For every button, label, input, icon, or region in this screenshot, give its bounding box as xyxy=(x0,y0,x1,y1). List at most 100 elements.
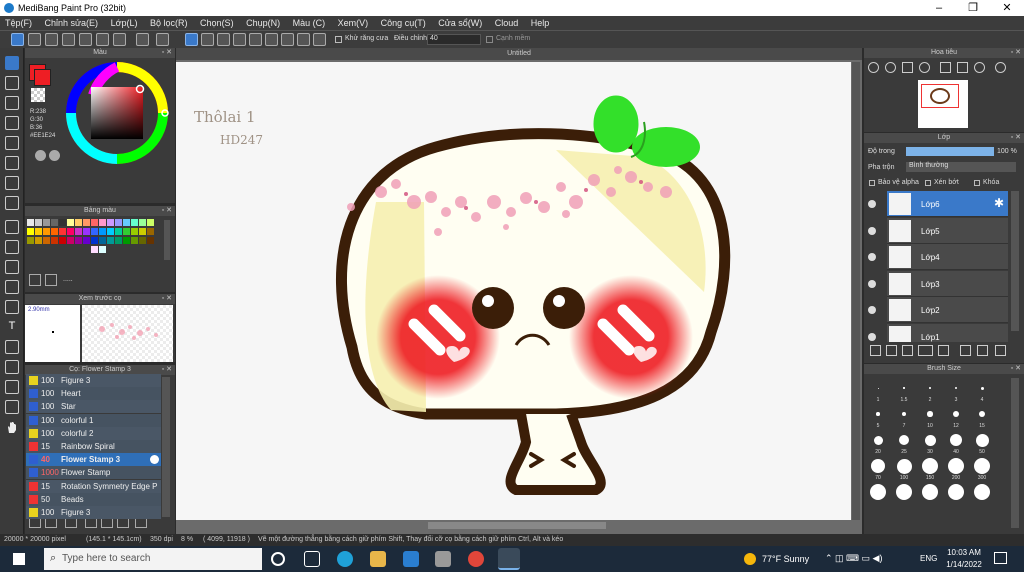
eraser-tool-icon[interactable] xyxy=(5,76,19,90)
brush-size-option[interactable] xyxy=(922,484,938,500)
layer-scrollbar[interactable] xyxy=(1011,191,1019,331)
swatch-cell[interactable] xyxy=(51,228,58,235)
swatch-cell[interactable] xyxy=(83,237,90,244)
snap-radial-icon[interactable] xyxy=(249,33,262,46)
brush-size-option[interactable] xyxy=(899,435,909,445)
menu-cloud[interactable]: Cloud xyxy=(490,16,524,30)
gradient-tool-icon[interactable] xyxy=(5,196,19,210)
brush-size-option[interactable] xyxy=(953,411,959,417)
swatch-cell[interactable] xyxy=(67,237,74,244)
task-view-icon[interactable] xyxy=(304,551,320,567)
swatch-cell[interactable] xyxy=(35,219,42,226)
comment-icon[interactable] xyxy=(62,33,75,46)
brush-size-option[interactable] xyxy=(948,484,964,500)
speech-icon[interactable] xyxy=(45,33,58,46)
brush-size-option[interactable] xyxy=(876,412,880,416)
swatch-cell[interactable] xyxy=(67,228,74,235)
brush-size-option[interactable] xyxy=(974,484,990,500)
swatch-cell[interactable] xyxy=(99,228,106,235)
rotate-right-icon[interactable] xyxy=(995,62,1006,73)
swatch-cell[interactable] xyxy=(35,228,42,235)
brush-size-option[interactable] xyxy=(903,387,905,389)
select-pen-tool-icon[interactable] xyxy=(5,280,19,294)
edge-icon[interactable] xyxy=(337,551,353,567)
swatch-cell[interactable] xyxy=(99,219,106,226)
swatch-cell[interactable] xyxy=(123,237,130,244)
comment-alt-icon[interactable] xyxy=(79,33,92,46)
swatch-cell[interactable] xyxy=(67,219,74,226)
camera-icon[interactable] xyxy=(435,551,451,567)
swatch-cell[interactable] xyxy=(147,219,154,226)
brush-tool-icon[interactable] xyxy=(5,56,19,70)
swatch-cell[interactable] xyxy=(83,219,90,226)
layer-visibility-icon[interactable] xyxy=(868,226,876,235)
transparent-swatch[interactable] xyxy=(31,88,45,102)
brush-item[interactable]: 1000 Flower Stamp xyxy=(26,466,161,480)
brush-size-option[interactable] xyxy=(871,459,885,473)
clock-date[interactable]: 1/14/2022 xyxy=(944,560,984,569)
brush-item[interactable]: 50 Beads xyxy=(26,492,161,506)
swatch-cell[interactable] xyxy=(99,237,106,244)
swatch-cell[interactable] xyxy=(27,228,34,235)
menu-snap[interactable]: Chụp(N) xyxy=(241,16,285,30)
brush-item[interactable]: 100 Figure 3 xyxy=(26,374,161,387)
language-indicator[interactable]: ENG xyxy=(920,554,937,563)
swatch-cell[interactable] xyxy=(43,219,50,226)
grid-icon[interactable] xyxy=(96,33,109,46)
rotate-left-icon[interactable] xyxy=(974,62,985,73)
layer-item[interactable]: Lớp5 xyxy=(887,217,1008,244)
palette-icon[interactable] xyxy=(35,150,46,161)
swatch-cell[interactable] xyxy=(51,219,58,226)
swatch-cell[interactable] xyxy=(83,228,90,235)
brush-size-option[interactable] xyxy=(877,387,879,389)
pen-tool-icon[interactable] xyxy=(5,380,19,394)
antialias-checkbox[interactable] xyxy=(335,36,342,43)
medibang-taskbar-icon[interactable] xyxy=(498,548,520,570)
swatch-cell[interactable] xyxy=(139,219,146,226)
swatch-cell[interactable] xyxy=(115,228,122,235)
layer-visibility-icon[interactable] xyxy=(868,332,876,341)
brush-item[interactable]: 100 Star xyxy=(26,400,161,414)
hand-tool-icon[interactable] xyxy=(5,420,19,434)
swatch-cell[interactable] xyxy=(75,228,82,235)
snap-circle-icon[interactable] xyxy=(265,33,278,46)
swatch-cell[interactable] xyxy=(123,219,130,226)
brush-item[interactable]: 100 colorful 1 xyxy=(26,413,161,427)
duplicate-layer-icon[interactable] xyxy=(960,345,971,356)
swatch-cell[interactable] xyxy=(91,219,98,226)
layer-item[interactable]: Lớp2 xyxy=(887,297,1008,323)
brush-item[interactable]: 40 Flower Stamp 3 xyxy=(26,453,161,467)
close-button[interactable]: ✕ xyxy=(990,0,1024,16)
brush-size-option[interactable] xyxy=(870,484,886,500)
layer-item[interactable]: Lớp6 ✱ xyxy=(887,191,1008,217)
zoom-in-icon[interactable] xyxy=(868,62,879,73)
swatch-cell[interactable] xyxy=(107,237,114,244)
settings-gear-icon[interactable] xyxy=(313,33,326,46)
swatch-scrollbar[interactable] xyxy=(164,220,170,260)
swatch-cell[interactable] xyxy=(99,246,106,253)
blend-select[interactable]: Bình thường xyxy=(906,162,1016,172)
brush-item[interactable]: 15 Rainbow Spiral xyxy=(26,440,161,453)
eyedropper-tool-icon[interactable] xyxy=(5,400,19,414)
add-swatch-icon[interactable] xyxy=(29,274,41,286)
merge-layer-icon[interactable] xyxy=(977,345,988,356)
swatch-cell[interactable] xyxy=(139,228,146,235)
brush-size-option[interactable] xyxy=(948,458,964,474)
menu-help[interactable]: Help xyxy=(526,16,555,30)
swatch-grid[interactable] xyxy=(27,219,157,267)
brush-item[interactable]: 100 Figure 3 xyxy=(26,506,161,519)
layer-visibility-icon[interactable] xyxy=(868,200,876,208)
system-tray-icons[interactable]: ⌃ ◫ ⌨ ▭ ◀) xyxy=(825,553,882,564)
brush-size-option[interactable] xyxy=(980,386,984,390)
operation-tool-icon[interactable] xyxy=(5,340,19,354)
snap-grid-icon[interactable] xyxy=(217,33,230,46)
rect-tool-icon[interactable] xyxy=(5,96,19,110)
swatch-cell[interactable] xyxy=(115,237,122,244)
swatch-cell[interactable] xyxy=(43,237,50,244)
redo-icon[interactable] xyxy=(156,33,169,46)
snap-curve-icon[interactable] xyxy=(281,33,294,46)
bucket-tool-icon[interactable] xyxy=(5,176,19,190)
swatch-cell[interactable] xyxy=(107,219,114,226)
maximize-button[interactable]: ❐ xyxy=(956,0,990,16)
layout-icon[interactable] xyxy=(113,33,126,46)
